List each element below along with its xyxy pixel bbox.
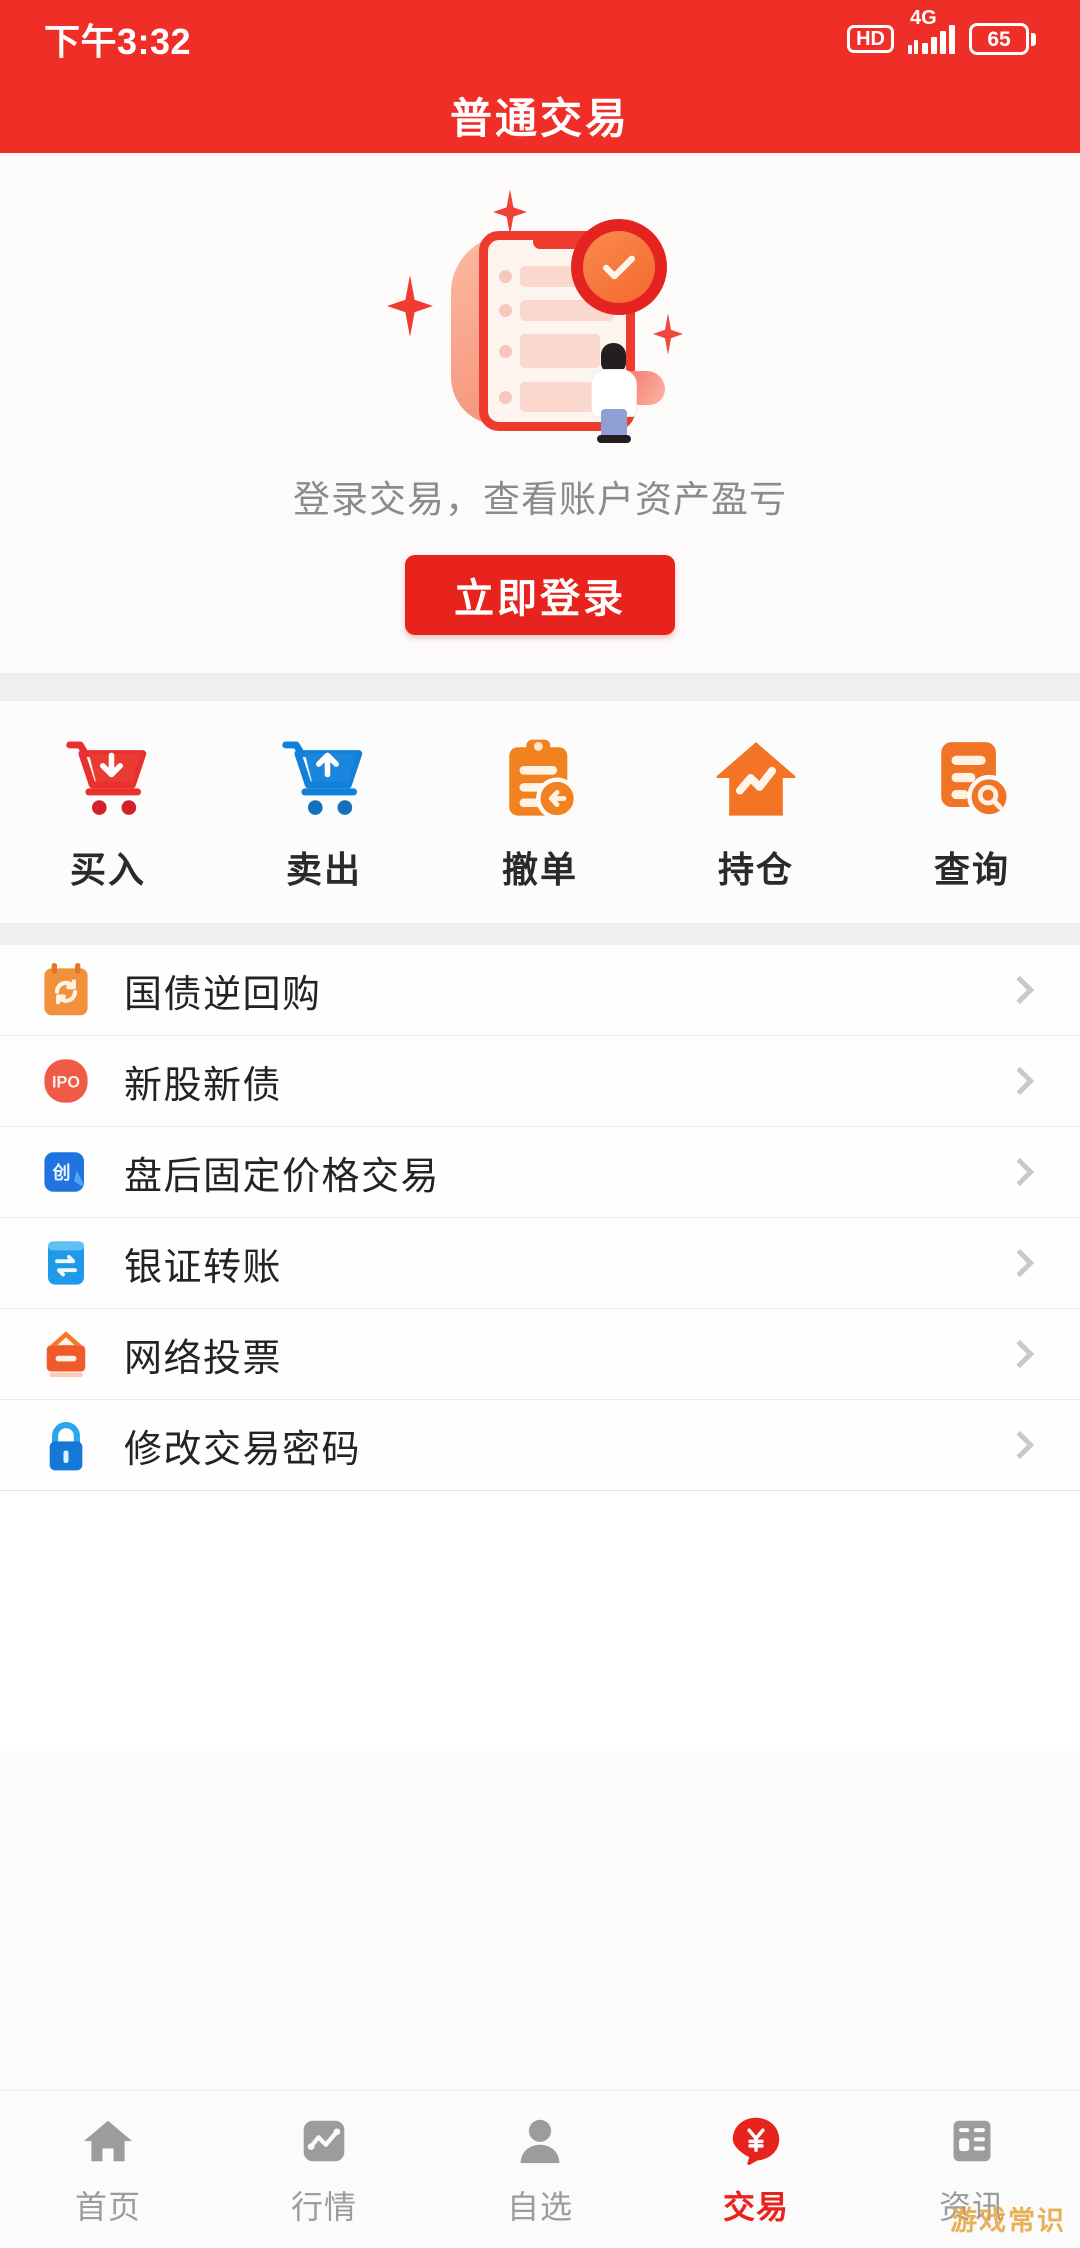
chevron-right-icon xyxy=(1005,1157,1035,1187)
menu-item-online-voting[interactable]: 网络投票 xyxy=(0,1309,1080,1400)
chevron-right-icon xyxy=(1005,1430,1035,1460)
person-icon xyxy=(517,2112,563,2170)
menu-item-label: 银证转账 xyxy=(124,1246,283,1289)
menu-item-label: 网络投票 xyxy=(124,1337,283,1380)
menu-list: 国债逆回购 IPO 新股新债 创 盘后固定价格交易 银证转账 网络投票 修改交易… xyxy=(0,945,1080,1491)
login-panel: 登录交易，查看账户资产盈亏 立即登录 xyxy=(0,153,1080,673)
sparkle-icon xyxy=(493,189,527,235)
svg-text:IPO: IPO xyxy=(52,1073,80,1091)
signal-small-bars xyxy=(908,39,918,54)
menu-item-afterhours-fixed-price[interactable]: 创 盘后固定价格交易 xyxy=(0,1127,1080,1218)
sparkle-icon xyxy=(653,313,683,355)
chuang-board-icon: 创 xyxy=(30,1143,102,1201)
quick-action-sell[interactable]: 卖出 xyxy=(229,735,419,893)
quick-action-buy[interactable]: 买入 xyxy=(13,735,203,893)
news-document-icon xyxy=(948,2112,996,2170)
bottom-navigation: 首页 行情 自选 交易 资讯 游戏常识 xyxy=(0,2090,1080,2248)
yuan-bubble-icon xyxy=(730,2112,782,2170)
page-title-bar: 普通交易 xyxy=(0,78,1080,153)
svg-text:创: 创 xyxy=(52,1162,71,1183)
cart-up-arrow-icon xyxy=(282,735,366,821)
tab-label: 自选 xyxy=(506,2188,573,2225)
status-bar: 下午3:32 HD 4G 65 xyxy=(0,0,1080,78)
lock-icon xyxy=(30,1416,102,1474)
menu-item-label: 修改交易密码 xyxy=(124,1428,362,1471)
ipo-badge-icon: IPO xyxy=(30,1052,102,1110)
tab-label: 交易 xyxy=(722,2188,789,2225)
tab-label: 首页 xyxy=(74,2188,141,2225)
quick-action-label: 卖出 xyxy=(285,849,362,890)
status-icons: HD 4G 65 xyxy=(847,7,1036,55)
page-title: 普通交易 xyxy=(449,95,630,142)
quick-action-positions[interactable]: 持仓 xyxy=(661,735,851,893)
chevron-right-icon xyxy=(1005,1066,1035,1096)
person-figure xyxy=(587,343,665,443)
tab-watchlist[interactable]: 自选 xyxy=(432,2112,648,2228)
battery-level: 65 xyxy=(987,27,1011,51)
login-button[interactable]: 立即登录 xyxy=(405,555,675,635)
hd-icon: HD xyxy=(847,25,894,53)
phone-checkmark-illustration xyxy=(375,183,705,443)
tab-trade[interactable]: 交易 xyxy=(648,2112,864,2228)
calendar-repo-icon xyxy=(30,961,102,1019)
quick-action-label: 持仓 xyxy=(717,849,794,890)
section-divider xyxy=(0,923,1080,945)
menu-item-label: 国债逆回购 xyxy=(124,973,322,1016)
quick-action-label: 查询 xyxy=(933,849,1010,890)
quick-action-query[interactable]: 查询 xyxy=(877,735,1067,893)
tab-market[interactable]: 行情 xyxy=(216,2112,432,2228)
chevron-right-icon xyxy=(1005,1248,1035,1278)
tab-home[interactable]: 首页 xyxy=(0,2112,216,2228)
house-chart-icon xyxy=(713,735,799,821)
cart-down-arrow-icon xyxy=(66,735,150,821)
check-circle-icon xyxy=(571,219,667,315)
sparkle-icon xyxy=(387,275,433,337)
chevron-right-icon xyxy=(1005,975,1035,1005)
network-type-label: 4G xyxy=(910,6,937,29)
menu-item-new-stocks-bonds[interactable]: IPO 新股新债 xyxy=(0,1036,1080,1127)
document-search-icon xyxy=(932,735,1012,821)
menu-item-bank-transfer[interactable]: 银证转账 xyxy=(0,1218,1080,1309)
login-prompt: 登录交易，查看账户资产盈亏 xyxy=(293,479,787,520)
clipboard-undo-icon xyxy=(500,735,580,821)
empty-space xyxy=(0,1491,1080,1751)
ballot-box-icon xyxy=(30,1325,102,1383)
quick-actions-bar: 买入 卖出 撤单 持仓 查询 xyxy=(0,701,1080,923)
market-chart-icon xyxy=(299,2112,349,2170)
signal-icon: 4G xyxy=(908,7,955,54)
status-time: 下午3:32 xyxy=(44,21,192,62)
menu-item-label: 盘后固定价格交易 xyxy=(124,1155,441,1198)
menu-item-label: 新股新债 xyxy=(124,1064,283,1107)
chevron-right-icon xyxy=(1005,1339,1035,1369)
section-divider xyxy=(0,673,1080,701)
quick-action-label: 买入 xyxy=(69,849,146,890)
watermark: 游戏常识 xyxy=(950,2206,1066,2236)
app-screen: 下午3:32 HD 4G 65 普通交易 登录交易，查看账户资产盈亏 立即登录 … xyxy=(0,0,1080,2248)
quick-action-label: 撤单 xyxy=(501,849,578,890)
tab-label: 行情 xyxy=(290,2188,357,2225)
menu-item-change-password[interactable]: 修改交易密码 xyxy=(0,1400,1080,1491)
quick-action-cancel-order[interactable]: 撤单 xyxy=(445,735,635,893)
bank-transfer-icon xyxy=(30,1234,102,1292)
battery-icon: 65 xyxy=(969,23,1036,55)
home-icon xyxy=(82,2112,134,2170)
menu-item-treasury-repo[interactable]: 国债逆回购 xyxy=(0,945,1080,1036)
